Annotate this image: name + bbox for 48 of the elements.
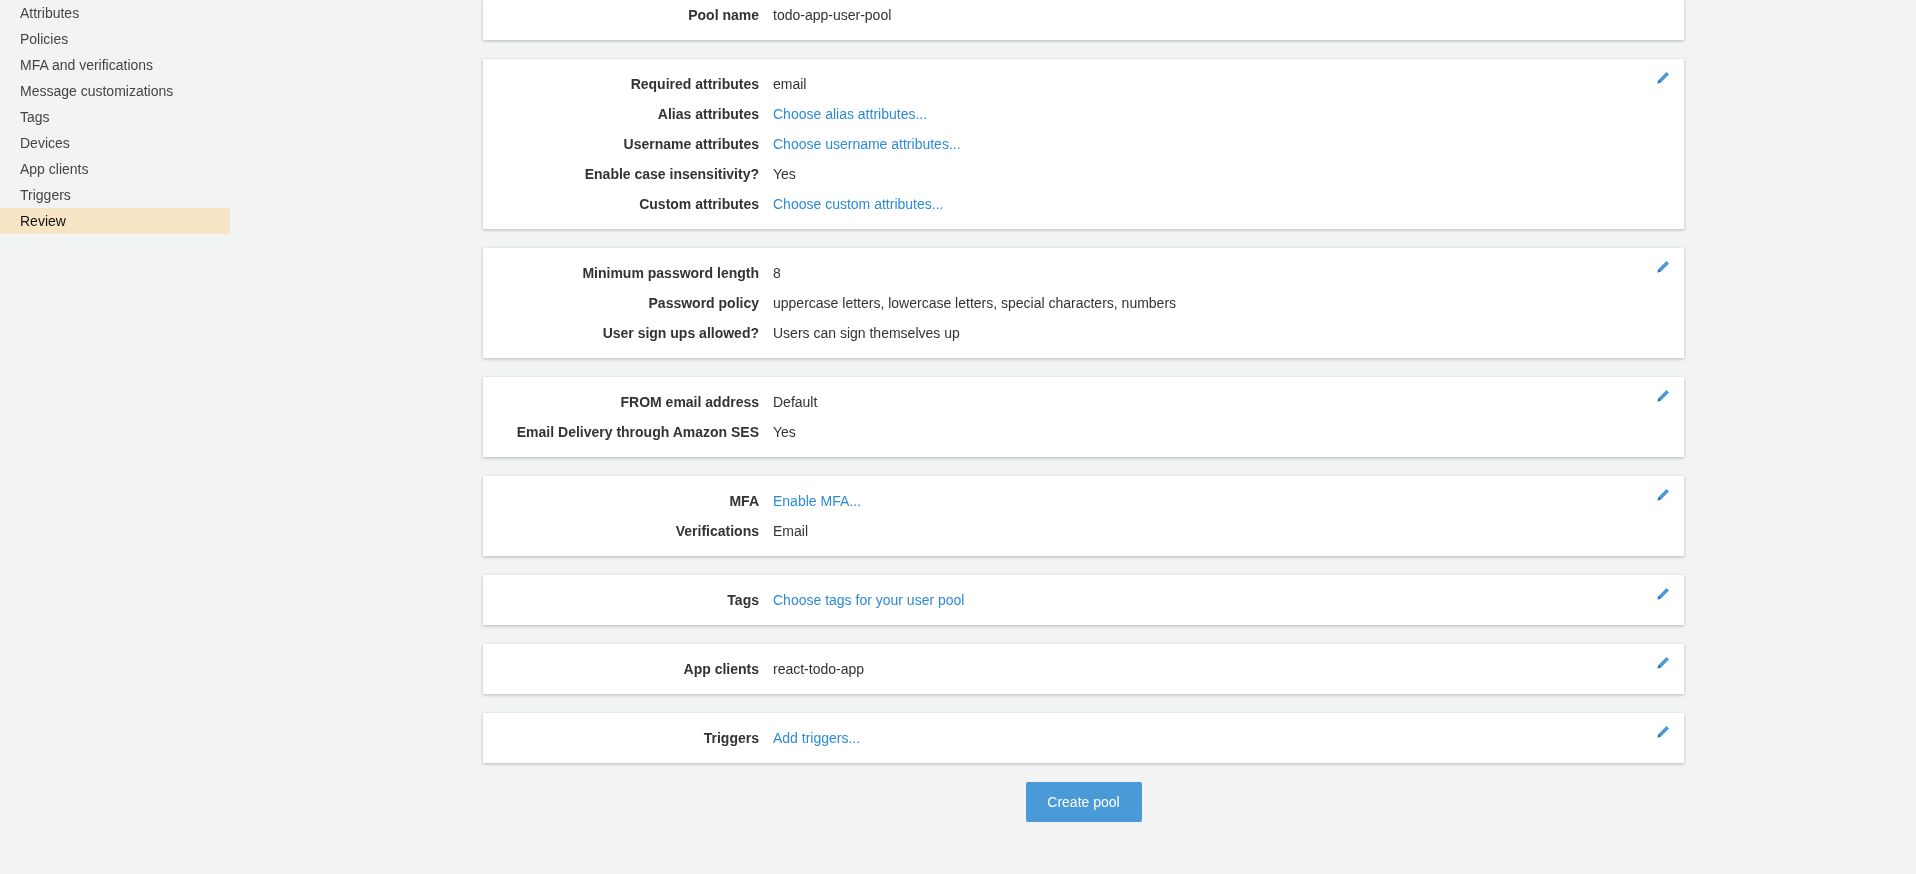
sidebar-item[interactable]: Review — [0, 208, 230, 234]
pencil-icon[interactable] — [1656, 389, 1670, 403]
pencil-icon[interactable] — [1656, 656, 1670, 670]
field-label: User sign ups allowed? — [601, 323, 760, 343]
sidebar-item[interactable]: Attributes — [0, 0, 230, 26]
field-link[interactable]: Choose tags for your user pool — [773, 589, 965, 611]
field-link[interactable]: Choose custom attributes... — [773, 193, 944, 215]
field-value: Yes — [773, 164, 796, 184]
field-label: Alias attributes — [656, 104, 760, 124]
sidebar-item[interactable]: Triggers — [0, 182, 230, 208]
pencil-icon[interactable] — [1656, 71, 1670, 85]
field-value: Default — [773, 392, 818, 412]
pencil-icon[interactable] — [1656, 488, 1670, 502]
field-label: FROM email address — [619, 392, 760, 412]
sidebar-item[interactable]: App clients — [0, 156, 230, 182]
field-link[interactable]: Add triggers... — [773, 727, 861, 749]
pencil-icon[interactable] — [1656, 260, 1670, 274]
field-label: Email Delivery through Amazon SES — [515, 422, 760, 442]
field-value: uppercase letters, lowercase letters, special characters, numbers — [773, 293, 1177, 313]
field-value: 8 — [773, 263, 781, 283]
field-value: Email — [773, 521, 808, 541]
pencil-icon[interactable] — [1656, 725, 1670, 739]
field-value: todo-app-user-pool — [773, 5, 892, 25]
field-value: react-todo-app — [773, 659, 865, 679]
field-label: Tags — [726, 590, 760, 610]
field-label: Username attributes — [622, 134, 760, 154]
field-label: Required attributes — [629, 74, 760, 94]
field-label: MFA — [728, 491, 760, 511]
field-label: Pool name — [687, 5, 760, 25]
sidebar-item[interactable]: Message customizations — [0, 78, 230, 104]
sidebar-item[interactable]: MFA and verifications — [0, 52, 230, 78]
sidebar-item[interactable]: Policies — [0, 26, 230, 52]
field-label: Custom attributes — [638, 194, 760, 214]
field-label: Verifications — [674, 521, 760, 541]
field-link[interactable]: Choose alias attributes... — [773, 103, 928, 125]
field-value: email — [773, 74, 807, 94]
field-label: Triggers — [702, 728, 760, 748]
field-label: Minimum password length — [581, 263, 760, 283]
field-value: Yes — [773, 422, 796, 442]
field-label: App clients — [682, 659, 760, 679]
field-link[interactable]: Enable MFA... — [773, 490, 861, 512]
pencil-icon[interactable] — [1656, 587, 1670, 601]
field-label: Password policy — [647, 293, 760, 313]
field-label: Enable case insensitivity? — [583, 164, 760, 184]
field-value: Users can sign themselves up — [773, 323, 960, 343]
sidebar-item[interactable]: Tags — [0, 104, 230, 130]
field-link[interactable]: Choose username attributes... — [773, 133, 961, 155]
sidebar-item[interactable]: Devices — [0, 130, 230, 156]
